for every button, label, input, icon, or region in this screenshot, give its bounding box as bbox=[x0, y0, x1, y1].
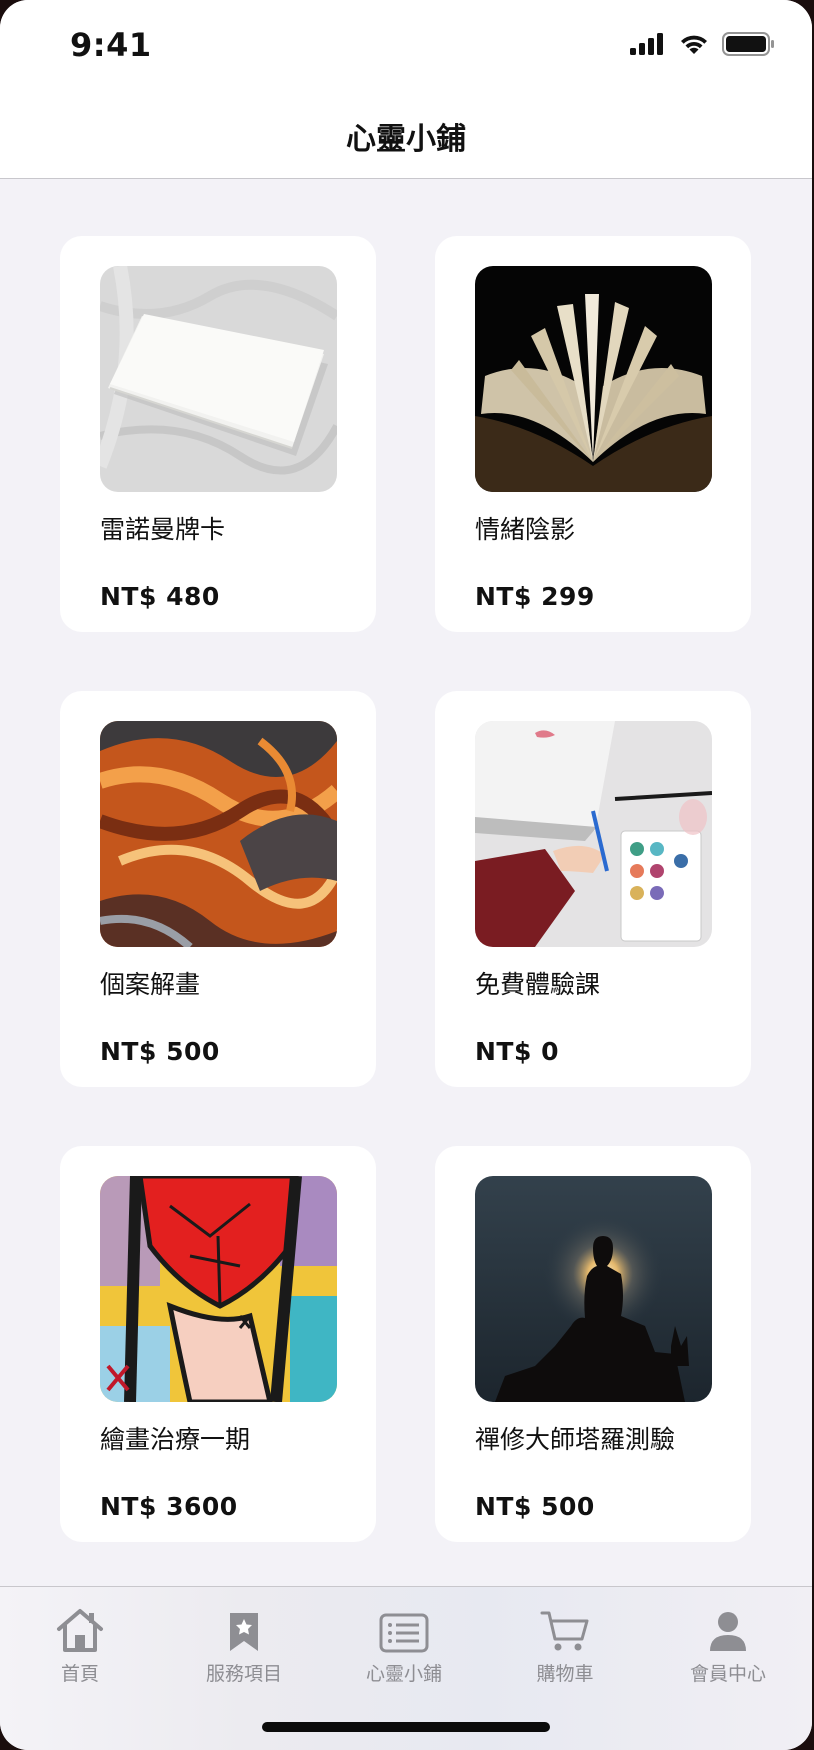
product-name: 雷諾曼牌卡 bbox=[100, 515, 226, 544]
product-card[interactable]: 免費體驗課 NT$ 0 bbox=[435, 691, 751, 1087]
tab-member[interactable]: 會員中心 bbox=[648, 1603, 808, 1686]
product-card[interactable]: 繪畫治療一期 NT$ 3600 bbox=[60, 1146, 376, 1542]
product-price: NT$ 299 bbox=[475, 582, 595, 611]
home-icon bbox=[57, 1609, 103, 1652]
phone-screen: 9:41 心靈小鋪 雷諾曼牌卡 NT$ 480 情緒陰影 NT$ 299 個案解… bbox=[0, 0, 812, 1750]
product-image-buddha-silhouette bbox=[475, 1176, 712, 1402]
status-time: 9:41 bbox=[70, 26, 152, 64]
tab-cart[interactable]: 購物車 bbox=[485, 1603, 645, 1686]
product-image-open-book bbox=[475, 266, 712, 492]
tab-label: 會員中心 bbox=[689, 1663, 766, 1685]
product-card[interactable]: 情緒陰影 NT$ 299 bbox=[435, 236, 751, 632]
product-image-heart-art bbox=[100, 1176, 337, 1402]
product-price: NT$ 480 bbox=[100, 582, 220, 611]
product-name: 繪畫治療一期 bbox=[100, 1425, 251, 1454]
tab-label: 首頁 bbox=[60, 1663, 99, 1685]
status-bar: 9:41 bbox=[0, 0, 812, 92]
list-icon bbox=[379, 1613, 429, 1653]
product-card[interactable]: 禪修大師塔羅測驗 NT$ 500 bbox=[435, 1146, 751, 1542]
tab-services[interactable]: 服務項目 bbox=[164, 1603, 324, 1686]
product-image-fluid-art bbox=[100, 721, 337, 947]
product-price: NT$ 3600 bbox=[100, 1492, 238, 1521]
bookmark-star-icon bbox=[230, 1613, 258, 1651]
tab-shop[interactable]: 心靈小鋪 bbox=[324, 1603, 484, 1686]
product-name: 禪修大師塔羅測驗 bbox=[475, 1425, 676, 1454]
status-icons bbox=[630, 32, 776, 56]
battery-icon bbox=[722, 32, 774, 56]
product-name: 免費體驗課 bbox=[475, 970, 601, 999]
page-title: 心靈小鋪 bbox=[346, 122, 466, 157]
product-name: 情緒陰影 bbox=[475, 515, 576, 544]
product-price: NT$ 500 bbox=[475, 1492, 595, 1521]
navigation-bar: 心靈小鋪 bbox=[0, 92, 812, 179]
cart-icon bbox=[540, 1611, 589, 1651]
tab-label: 服務項目 bbox=[205, 1663, 282, 1685]
product-price: NT$ 500 bbox=[100, 1037, 220, 1066]
product-image-blank-cards bbox=[100, 266, 337, 492]
wifi-icon bbox=[681, 35, 707, 54]
tab-label: 購物車 bbox=[536, 1663, 594, 1685]
person-icon bbox=[710, 1612, 746, 1651]
signal-icon bbox=[630, 33, 663, 55]
product-price: NT$ 0 bbox=[475, 1037, 559, 1066]
product-card[interactable]: 雷諾曼牌卡 NT$ 480 bbox=[60, 236, 376, 632]
tab-label: 心靈小鋪 bbox=[365, 1663, 442, 1685]
home-indicator bbox=[262, 1722, 550, 1732]
product-card[interactable]: 個案解畫 NT$ 500 bbox=[60, 691, 376, 1087]
product-name: 個案解畫 bbox=[100, 970, 201, 999]
product-image-watercolor-painting bbox=[475, 721, 712, 947]
tab-home[interactable]: 首頁 bbox=[0, 1603, 160, 1686]
product-grid: 雷諾曼牌卡 NT$ 480 情緒陰影 NT$ 299 個案解畫 NT$ 500 … bbox=[0, 178, 812, 1586]
